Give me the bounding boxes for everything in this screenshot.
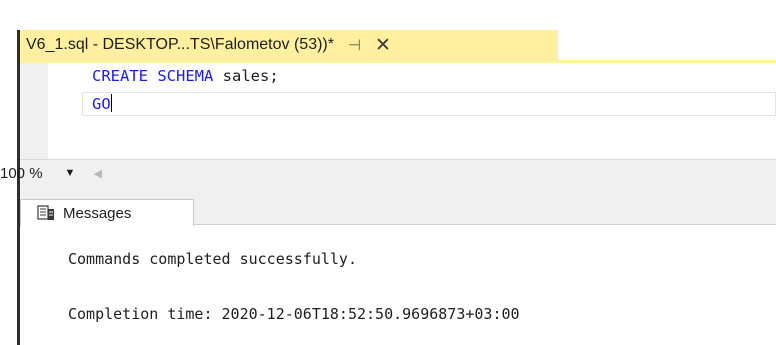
sql-keyword: CREATE SCHEMA <box>92 67 214 85</box>
document-tab[interactable]: V6_1.sql - DESKTOP...TS\Falometov (53))*… <box>20 30 558 60</box>
message-line: Commands completed successfully. <box>68 250 357 268</box>
close-icon[interactable]: ✕ <box>375 36 391 55</box>
document-tab-title[interactable]: V6_1.sql - DESKTOP...TS\Falometov (53))* <box>26 36 334 54</box>
messages-icon <box>37 205 54 220</box>
tab-messages[interactable]: Messages <box>20 199 194 226</box>
window-top-area <box>0 0 776 30</box>
query-editor[interactable]: CREATE SCHEMA sales; GO <box>20 63 776 159</box>
current-line-highlight <box>82 92 776 116</box>
results-pane: Messages Commands completed successfully… <box>20 187 776 345</box>
code-line[interactable]: CREATE SCHEMA sales; <box>92 65 279 87</box>
tab-messages-label[interactable]: Messages <box>63 205 131 222</box>
sql-text: sales; <box>213 67 279 85</box>
chevron-down-icon[interactable]: ▼ <box>65 167 76 179</box>
text-caret <box>110 94 112 112</box>
zoom-selector[interactable]: 100 % ▼ ◀ <box>0 159 140 187</box>
pin-icon[interactable]: ⊣ <box>348 36 361 54</box>
code-line[interactable]: GO <box>92 93 112 115</box>
zoom-value[interactable]: 100 % <box>0 165 43 182</box>
sql-keyword: GO <box>92 95 111 113</box>
editor-gutter <box>20 63 48 159</box>
message-line: Completion time: 2020-12-06T18:52:50.969… <box>68 305 520 323</box>
scroll-left-icon[interactable]: ◀ <box>93 167 101 180</box>
